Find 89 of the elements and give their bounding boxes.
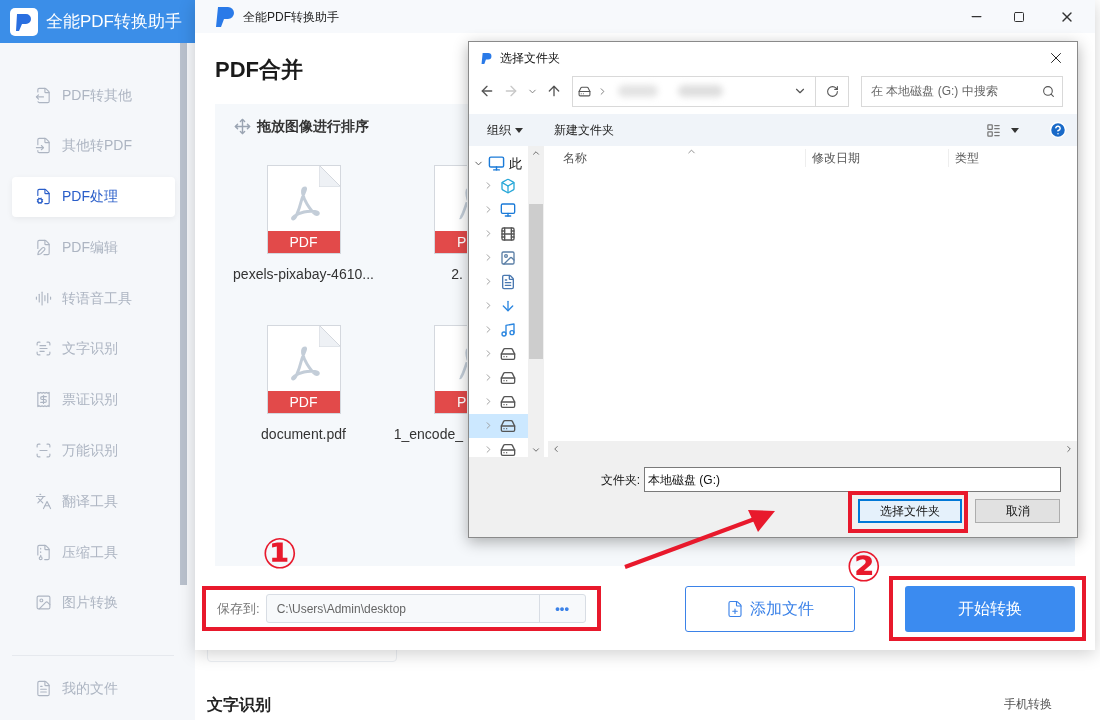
- pdf-label: P: [457, 392, 467, 412]
- step-marker: ①: [262, 530, 298, 578]
- pdf-label: PDF: [289, 232, 318, 252]
- sound-wave-icon: [35, 289, 52, 307]
- organize-menu[interactable]: 组织: [487, 121, 523, 139]
- logo-icon: [215, 5, 235, 28]
- image-icon: [500, 249, 516, 266]
- blurred-path: [618, 85, 658, 97]
- column-header[interactable]: 名称: [548, 149, 806, 167]
- drive-icon: [500, 417, 516, 434]
- logo-icon: [481, 51, 492, 65]
- back-icon[interactable]: [479, 83, 495, 99]
- tree-item[interactable]: [469, 413, 528, 438]
- expand-icon[interactable]: [483, 252, 494, 263]
- search-field[interactable]: 在 本地磁盘 (G:) 中搜索: [861, 75, 1063, 107]
- scrollbar[interactable]: [548, 441, 1077, 457]
- page-heading: PDF合并: [215, 57, 303, 82]
- scrollbar[interactable]: [528, 146, 544, 457]
- save-path-field[interactable]: C:\Users\Admin\desktop •••: [265, 594, 586, 623]
- start-button[interactable]: 开始转换: [905, 585, 1075, 632]
- music-icon: [500, 321, 516, 338]
- drive-icon: [578, 84, 591, 98]
- drive-icon: [500, 441, 516, 457]
- help-icon[interactable]: [1049, 121, 1067, 139]
- column-header[interactable]: 类型: [949, 149, 979, 167]
- refresh-icon[interactable]: [825, 84, 839, 98]
- pdf-label: PDF: [289, 392, 318, 412]
- blurred-path: [678, 85, 723, 97]
- view-icon[interactable]: [986, 122, 1001, 138]
- folder-label: 文件夹:: [600, 471, 640, 489]
- film-icon: [500, 225, 516, 242]
- scroll-down-icon[interactable]: [531, 445, 541, 455]
- file-name: 2.: [451, 265, 463, 284]
- app-title: 全能PDF转换助手: [46, 10, 182, 33]
- select-folder-button[interactable]: 选择文件夹: [858, 499, 962, 523]
- file-arrow-icon: [35, 137, 52, 155]
- cube-icon: [500, 177, 516, 194]
- maximize-icon[interactable]: [1013, 10, 1025, 23]
- drive-icon: [500, 369, 516, 386]
- pdf-label: P: [457, 232, 467, 252]
- scrollbar[interactable]: [180, 43, 187, 585]
- save-label: 保存到:: [217, 599, 260, 618]
- file-gear-icon: [35, 188, 52, 206]
- archive-icon: [35, 543, 52, 561]
- up-icon[interactable]: [546, 83, 562, 99]
- drop-hint: 拖放图像进行排序: [257, 117, 369, 136]
- cancel-button[interactable]: 取消: [975, 499, 1060, 523]
- file-arrow-icon: [35, 86, 52, 104]
- acrobat-icon: [289, 346, 320, 382]
- acrobat-icon: [289, 186, 320, 222]
- acrobat-icon: [457, 346, 467, 382]
- receipt-icon: [35, 391, 52, 409]
- scroll-right-icon[interactable]: [1064, 444, 1074, 454]
- document-icon: [35, 680, 52, 697]
- section-title: 文字识别: [207, 695, 271, 715]
- tree-item[interactable]: 此: [469, 154, 528, 174]
- logo-icon: [10, 7, 38, 36]
- forward-icon[interactable]: [503, 83, 519, 99]
- add-file-button[interactable]: 添加文件: [685, 585, 855, 632]
- acrobat-icon: [457, 186, 467, 222]
- phone-convert-link[interactable]: 手机转换: [1004, 695, 1052, 713]
- file-name: 1_encode_: [393, 425, 463, 444]
- column-header[interactable]: 修改日期: [806, 149, 949, 167]
- file-pen-icon: [35, 238, 52, 256]
- monitor-icon: [500, 201, 516, 218]
- document-icon: [500, 273, 516, 290]
- move-icon: [234, 118, 251, 135]
- translate-icon: [35, 492, 52, 510]
- window-title: 全能PDF转换助手: [243, 8, 339, 26]
- search-icon: [1042, 84, 1055, 98]
- caret-icon: [515, 127, 523, 133]
- file-plus-icon: [726, 599, 744, 618]
- file-name: document.pdf: [261, 425, 346, 444]
- folder-field[interactable]: 本地磁盘 (G:): [644, 467, 1061, 492]
- scroll-left-icon[interactable]: [551, 444, 561, 454]
- caret-icon[interactable]: [1011, 127, 1019, 133]
- drive-icon: [500, 393, 516, 410]
- sidebar-item[interactable]: PDF处理: [12, 176, 175, 217]
- browse-button[interactable]: •••: [538, 595, 585, 622]
- text-scan-icon: [35, 340, 52, 358]
- scan-icon: [35, 442, 52, 460]
- drive-icon: [500, 345, 516, 362]
- file-name: pexels-pixabay-4610...: [233, 265, 374, 284]
- image-icon: [35, 594, 52, 612]
- monitor-icon: [488, 155, 505, 173]
- new-folder-button[interactable]: 新建文件夹: [554, 121, 614, 139]
- sidebar-item[interactable]: 压缩工具: [12, 532, 175, 573]
- dialog-title: 选择文件夹: [500, 50, 560, 67]
- scroll-up-icon[interactable]: [531, 148, 541, 158]
